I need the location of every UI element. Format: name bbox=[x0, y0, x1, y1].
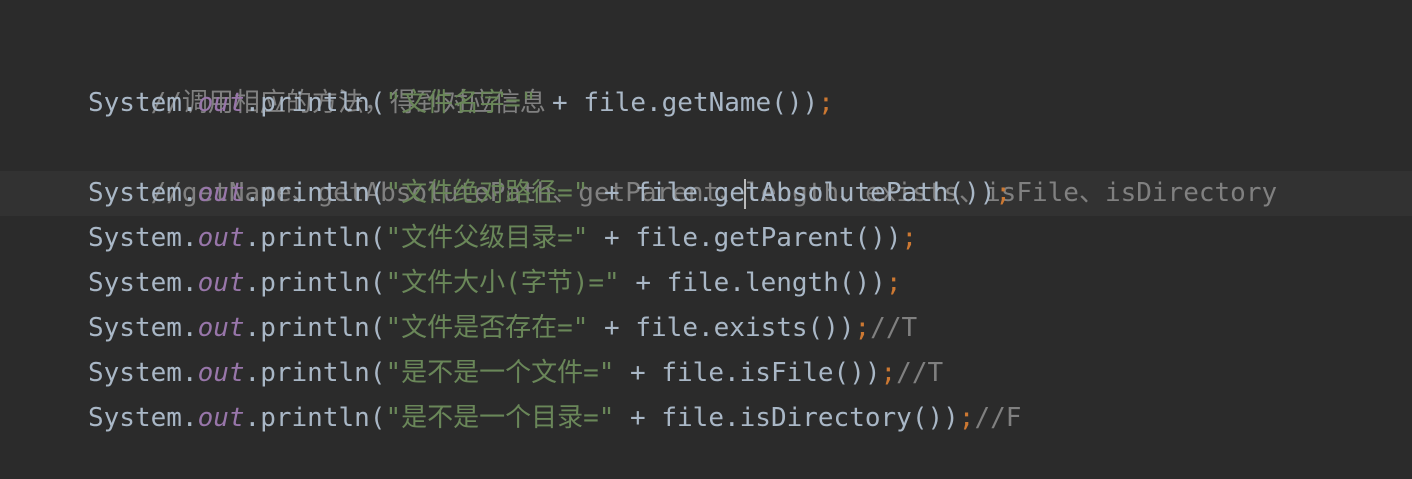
method-call: .println( bbox=[244, 88, 386, 118]
trailing-comment: //T bbox=[870, 313, 918, 343]
string-literal: "文件大小(字节)=" bbox=[385, 268, 620, 298]
expression: + file.length()) bbox=[619, 268, 886, 298]
method-call: .println( bbox=[244, 223, 386, 253]
code-editor[interactable]: //调用相应的方法，得到对应信息 System.out.println("文件名… bbox=[0, 0, 1412, 479]
punct: . bbox=[181, 268, 198, 298]
class-name: System bbox=[88, 358, 182, 388]
string-literal: "是不是一个目录=" bbox=[385, 403, 615, 433]
code-line-2[interactable]: System.out.println("文件名字=" + file.getNam… bbox=[88, 81, 834, 126]
trailing-comment: //T bbox=[896, 358, 944, 388]
punct: . bbox=[181, 403, 198, 433]
punct: . bbox=[181, 88, 198, 118]
class-name: System bbox=[88, 313, 182, 343]
static-field: out bbox=[197, 88, 245, 118]
class-name: System bbox=[88, 268, 182, 298]
static-field: out bbox=[197, 403, 245, 433]
semicolon: ; bbox=[880, 358, 897, 388]
class-name: System bbox=[88, 223, 182, 253]
code-line-6[interactable]: System.out.println("文件大小(字节)=" + file.le… bbox=[88, 261, 901, 306]
punct: . bbox=[181, 358, 198, 388]
static-field: out bbox=[197, 313, 245, 343]
string-literal: "文件是否存在=" bbox=[385, 313, 589, 343]
code-line-7[interactable]: System.out.println("文件是否存在=" + file.exis… bbox=[88, 306, 917, 351]
expression: + file.isFile()) bbox=[614, 358, 881, 388]
code-line-9[interactable]: System.out.println("是不是一个目录=" + file.isD… bbox=[88, 396, 1021, 441]
class-name: System bbox=[88, 403, 182, 433]
string-literal: "文件父级目录=" bbox=[385, 223, 589, 253]
code-line-5[interactable]: System.out.println("文件父级目录=" + file.getP… bbox=[88, 216, 917, 261]
semicolon: ; bbox=[958, 403, 975, 433]
semicolon: ; bbox=[854, 313, 871, 343]
expression-before-cursor: + file.ge bbox=[588, 178, 745, 208]
method-call: .println( bbox=[244, 268, 386, 298]
code-line-3[interactable]: //getName、getAbsolutePath、getParent、leng… bbox=[88, 126, 1278, 208]
expression: + file.getName()) bbox=[536, 88, 819, 118]
code-line-4[interactable]: System.out.println("文件绝对路径=" + file.getA… bbox=[88, 171, 1011, 216]
code-line-1[interactable]: //调用相应的方法，得到对应信息 bbox=[88, 36, 546, 118]
punct: . bbox=[181, 178, 198, 208]
expression: + file.getParent()) bbox=[588, 223, 902, 253]
semicolon: ; bbox=[901, 223, 918, 253]
class-name: System bbox=[88, 178, 182, 208]
expression: + file.isDirectory()) bbox=[614, 403, 959, 433]
static-field: out bbox=[197, 268, 245, 298]
method-call: .println( bbox=[244, 358, 386, 388]
punct: . bbox=[181, 313, 198, 343]
expression: + file.exists()) bbox=[588, 313, 855, 343]
static-field: out bbox=[197, 178, 245, 208]
method-call: .println( bbox=[244, 313, 386, 343]
class-name: System bbox=[88, 88, 182, 118]
method-call: .println( bbox=[244, 178, 386, 208]
punct: . bbox=[181, 223, 198, 253]
code-line-8[interactable]: System.out.println("是不是一个文件=" + file.isF… bbox=[88, 351, 943, 396]
static-field: out bbox=[197, 358, 245, 388]
string-literal: "文件绝对路径=" bbox=[385, 178, 589, 208]
expression-after-cursor: tAbsolutePath()) bbox=[744, 178, 996, 208]
string-literal: "是不是一个文件=" bbox=[385, 358, 615, 388]
trailing-comment: //F bbox=[974, 403, 1022, 433]
static-field: out bbox=[197, 223, 245, 253]
method-call: .println( bbox=[244, 403, 386, 433]
semicolon: ; bbox=[885, 268, 902, 298]
semicolon: ; bbox=[818, 88, 834, 118]
semicolon: ; bbox=[995, 178, 1012, 208]
string-literal: "文件名字=" bbox=[385, 88, 537, 118]
